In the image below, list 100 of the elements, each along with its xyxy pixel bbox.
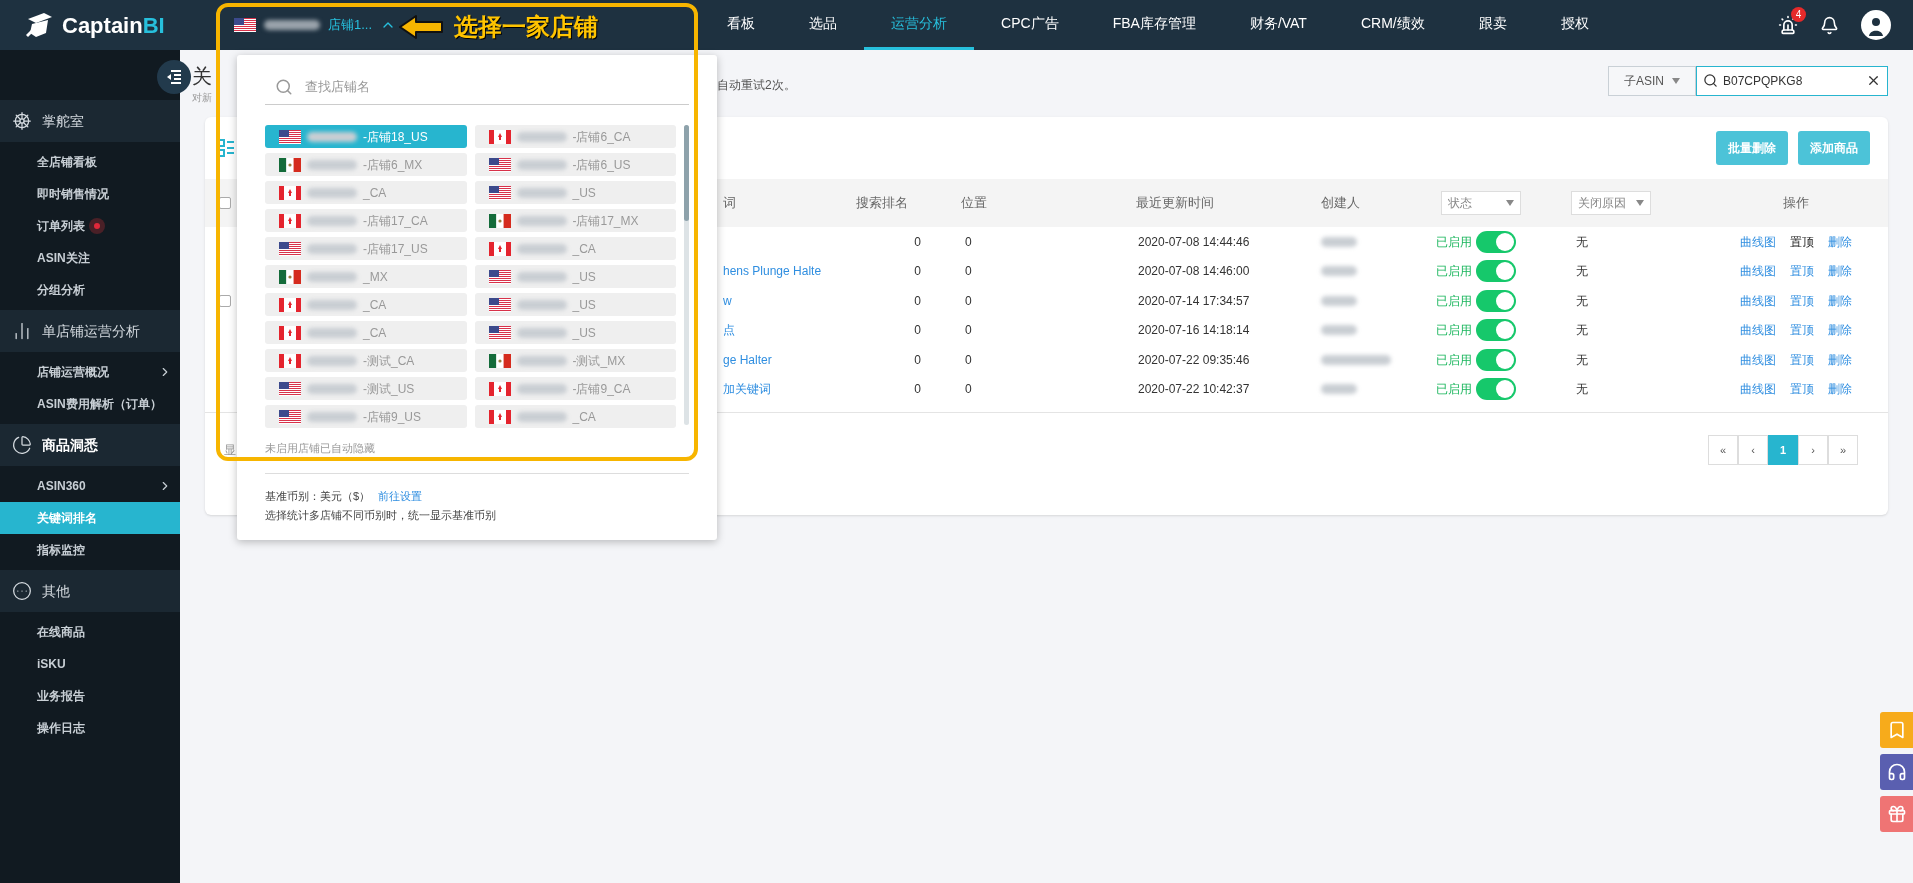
row-action-link[interactable]: 删除: [1828, 321, 1852, 340]
filter-select[interactable]: 状态: [1441, 191, 1521, 215]
toggle-switch[interactable]: [1476, 319, 1516, 342]
page-button[interactable]: 1: [1768, 435, 1798, 465]
store-option[interactable]: _US: [474, 321, 676, 344]
list-view-icon[interactable]: [217, 139, 235, 157]
search-field[interactable]: B07CPQPKG8: [1696, 66, 1888, 96]
clear-icon[interactable]: [1866, 73, 1881, 88]
sidebar-section[interactable]: 掌舵室: [0, 100, 180, 142]
toggle-switch[interactable]: [1476, 230, 1516, 253]
store-option[interactable]: -店铺18_US: [265, 125, 467, 148]
store-option[interactable]: -店铺6_CA: [474, 125, 676, 148]
store-option[interactable]: -店铺17_US: [265, 237, 467, 260]
bookmark-button[interactable]: [1880, 712, 1913, 748]
page-button[interactable]: ‹: [1738, 435, 1768, 465]
row-action-link[interactable]: 置顶: [1790, 380, 1814, 399]
scrollbar[interactable]: [684, 125, 689, 425]
nav-tab[interactable]: 看板: [700, 0, 783, 50]
alarm-icon[interactable]: [1778, 15, 1798, 35]
filter-select[interactable]: 关闭原因: [1571, 191, 1651, 215]
settings-link[interactable]: 前往设置: [378, 487, 423, 504]
bell-icon[interactable]: [1820, 15, 1839, 35]
store-option[interactable]: -店铺9_US: [265, 405, 467, 428]
sidebar-section[interactable]: 商品洞悉: [0, 424, 180, 466]
nav-tab[interactable]: CPC广告: [974, 0, 1086, 50]
row-action-link[interactable]: 置顶: [1790, 321, 1814, 340]
nav-tab[interactable]: FBA库存管理: [1085, 0, 1223, 50]
avatar[interactable]: [1861, 10, 1891, 40]
store-option[interactable]: _CA: [474, 237, 676, 260]
store-option[interactable]: _MX: [265, 265, 467, 288]
sidebar-item[interactable]: 指标监控: [0, 534, 180, 566]
sidebar-item[interactable]: 关键词排名: [0, 502, 180, 534]
store-option[interactable]: _US: [474, 293, 676, 316]
keyword-link[interactable]: hens Plunge Halte: [723, 264, 822, 279]
store-option[interactable]: -测试_US: [265, 377, 467, 400]
row-action-link[interactable]: 曲线图: [1740, 350, 1776, 369]
store-option[interactable]: _CA: [265, 321, 467, 344]
keyword-link[interactable]: 加关键词: [723, 382, 771, 397]
nav-tab[interactable]: 跟卖: [1451, 0, 1534, 50]
page-button[interactable]: ›: [1798, 435, 1828, 465]
sidebar-item[interactable]: 订单列表: [0, 210, 180, 242]
store-option[interactable]: -店铺17_CA: [265, 209, 467, 232]
row-action-link[interactable]: 删除: [1828, 291, 1852, 310]
action-button[interactable]: 批量删除: [1716, 131, 1788, 165]
sidebar-section[interactable]: 其他: [0, 570, 180, 612]
store-option[interactable]: -测试_CA: [265, 349, 467, 372]
toggle-switch[interactable]: [1476, 348, 1516, 371]
toggle-switch[interactable]: [1476, 289, 1516, 312]
row-action-link[interactable]: 删除: [1828, 232, 1852, 251]
store-option[interactable]: -店铺6_MX: [265, 153, 467, 176]
store-option[interactable]: -测试_MX: [474, 349, 676, 372]
toggle-switch[interactable]: [1476, 378, 1516, 401]
nav-tab[interactable]: 财务/VAT: [1222, 0, 1334, 50]
keyword-link[interactable]: w: [723, 293, 732, 308]
sidebar-item[interactable]: 在线商品: [0, 616, 180, 648]
toggle-switch[interactable]: [1476, 260, 1516, 283]
row-action-link[interactable]: 置顶: [1790, 262, 1814, 281]
sidebar-item[interactable]: 分组分析: [0, 274, 180, 306]
sidebar-item[interactable]: ASIN360: [0, 470, 180, 502]
page-button[interactable]: »: [1828, 435, 1858, 465]
nav-tab[interactable]: 授权: [1533, 0, 1616, 50]
sidebar-item[interactable]: 业务报告: [0, 680, 180, 712]
nav-tab[interactable]: 运营分析: [864, 0, 975, 50]
store-option[interactable]: _CA: [265, 293, 467, 316]
store-option[interactable]: -店铺17_MX: [474, 209, 676, 232]
store-search-field[interactable]: 查找店铺名: [265, 69, 689, 105]
action-button[interactable]: 添加商品: [1798, 131, 1870, 165]
row-action-link[interactable]: 曲线图: [1740, 321, 1776, 340]
sidebar-item[interactable]: 即时销售情况: [0, 178, 180, 210]
store-selector[interactable]: 店铺1...: [230, 10, 401, 40]
row-action-link[interactable]: 删除: [1828, 380, 1852, 399]
scope-select[interactable]: 子ASIN: [1608, 66, 1696, 96]
row-action-link[interactable]: 删除: [1828, 262, 1852, 281]
sidebar-item[interactable]: 操作日志: [0, 712, 180, 744]
sidebar-item[interactable]: iSKU: [0, 648, 180, 680]
row-action-link[interactable]: 置顶: [1790, 232, 1814, 251]
sidebar-item[interactable]: 店铺运营概况: [0, 356, 180, 388]
row-action-link[interactable]: 曲线图: [1740, 262, 1776, 281]
nav-tab[interactable]: 选品: [782, 0, 865, 50]
row-action-link[interactable]: 曲线图: [1740, 232, 1776, 251]
sidebar-item[interactable]: ASIN关注: [0, 242, 180, 274]
store-option[interactable]: _US: [474, 265, 676, 288]
row-action-link[interactable]: 置顶: [1790, 350, 1814, 369]
collapse-sidebar-button[interactable]: [157, 60, 191, 94]
store-option[interactable]: _US: [474, 181, 676, 204]
sidebar-item[interactable]: ASIN费用解析（订单）: [0, 388, 180, 420]
sidebar-section[interactable]: 单店铺运营分析: [0, 310, 180, 352]
keyword-link[interactable]: 点: [723, 323, 735, 338]
support-button[interactable]: [1880, 754, 1913, 790]
keyword-link[interactable]: ge Halter: [723, 352, 772, 367]
row-action-link[interactable]: 删除: [1828, 350, 1852, 369]
row-action-link[interactable]: 曲线图: [1740, 380, 1776, 399]
sidebar-item[interactable]: 全店铺看板: [0, 146, 180, 178]
row-action-link[interactable]: 置顶: [1790, 291, 1814, 310]
gift-button[interactable]: [1880, 796, 1913, 832]
row-action-link[interactable]: 曲线图: [1740, 291, 1776, 310]
store-option[interactable]: _CA: [474, 405, 676, 428]
store-option[interactable]: -店铺9_CA: [474, 377, 676, 400]
nav-tab[interactable]: CRM/绩效: [1333, 0, 1452, 50]
store-option[interactable]: _CA: [265, 181, 467, 204]
